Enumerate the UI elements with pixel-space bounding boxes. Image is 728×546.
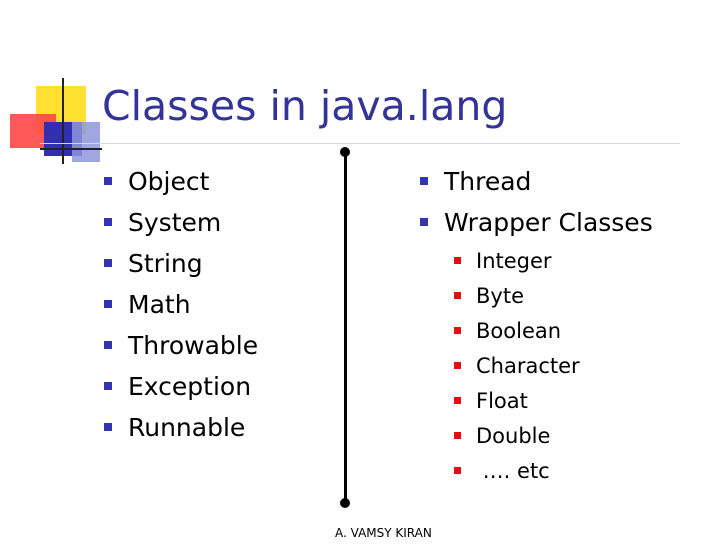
sub-list-item: Float [452, 387, 580, 422]
left-class-list: Object System String Math Throwable Exce… [100, 166, 258, 453]
square-bullet-icon [454, 397, 461, 404]
list-item-label: Throwable [128, 331, 259, 360]
decor-light-blue-square [72, 122, 100, 162]
list-item-label: String [128, 249, 203, 278]
square-bullet-icon [104, 218, 112, 226]
list-item: Math [100, 289, 258, 330]
divider-bottom-dot [340, 498, 350, 508]
footer-author: A. VAMSY KIRAN [335, 526, 432, 540]
list-item-label: Runnable [128, 413, 246, 442]
divider-top-dot [340, 147, 350, 157]
sub-list-item: …. etc [452, 457, 580, 492]
sub-list-item-label: Character [476, 354, 580, 378]
decor-horizontal-line [40, 148, 102, 150]
decor-vertical-line [62, 78, 64, 164]
list-item: Exception [100, 371, 258, 412]
column-divider [344, 151, 347, 505]
square-bullet-icon [420, 177, 428, 185]
sub-list-item: Double [452, 422, 580, 457]
slide-title: Classes in java.lang [102, 82, 508, 130]
title-underline [40, 143, 680, 144]
sub-list-item: Byte [452, 282, 580, 317]
square-bullet-icon [104, 382, 112, 390]
square-bullet-icon [104, 341, 112, 349]
square-bullet-icon [104, 423, 112, 431]
list-item: Wrapper Classes [416, 207, 653, 248]
sub-list-item-label: Float [476, 389, 528, 413]
list-item: Thread [416, 166, 653, 207]
sub-list-item-label: Integer [476, 249, 552, 273]
list-item: System [100, 207, 258, 248]
square-bullet-icon [420, 218, 428, 226]
list-item-label: System [128, 208, 222, 237]
sub-list-item-label: …. etc [476, 459, 550, 483]
corner-decoration [0, 0, 110, 170]
sub-list-item: Boolean [452, 317, 580, 352]
list-item-label: Thread [444, 167, 532, 196]
square-bullet-icon [454, 292, 461, 299]
list-item-label: Exception [128, 372, 252, 401]
sub-list-item-label: Double [476, 424, 551, 448]
wrapper-class-sublist: Integer Byte Boolean Character Float Dou… [452, 247, 580, 492]
sub-list-item: Integer [452, 247, 580, 282]
square-bullet-icon [104, 177, 112, 185]
list-item-label: Object [128, 167, 210, 196]
list-item-label: Wrapper Classes [444, 208, 653, 237]
list-item: String [100, 248, 258, 289]
square-bullet-icon [454, 327, 461, 334]
list-item-label: Math [128, 290, 191, 319]
list-item: Object [100, 166, 258, 207]
square-bullet-icon [454, 362, 461, 369]
list-item: Throwable [100, 330, 258, 371]
square-bullet-icon [454, 432, 461, 439]
right-class-list: Thread Wrapper Classes [416, 166, 653, 248]
list-item: Runnable [100, 412, 258, 453]
square-bullet-icon [104, 259, 112, 267]
square-bullet-icon [104, 300, 112, 308]
square-bullet-icon [454, 467, 461, 474]
sub-list-item: Character [452, 352, 580, 387]
sub-list-item-label: Byte [476, 284, 524, 308]
square-bullet-icon [454, 257, 461, 264]
sub-list-item-label: Boolean [476, 319, 562, 343]
